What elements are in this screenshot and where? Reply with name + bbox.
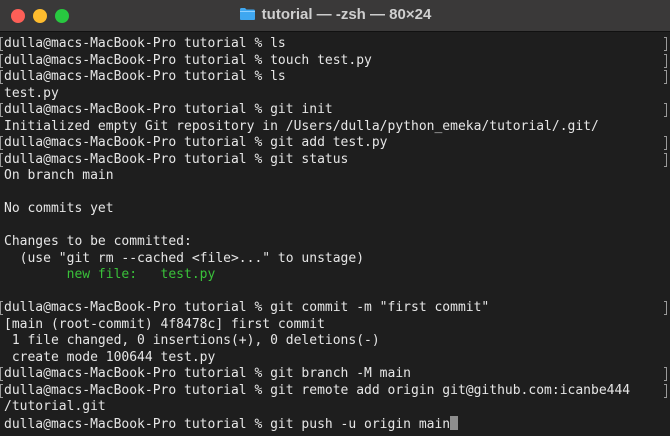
prompt-mark-right [664, 37, 667, 51]
prompt-mark-right [664, 383, 667, 398]
window-title-text: tutorial — -zsh — 80×24 [261, 6, 432, 23]
terminal-prompt-line: dulla@macs-MacBook-Pro tutorial % touch … [4, 52, 372, 68]
terminal-output-line: new file: test.py [4, 267, 216, 282]
text-cursor [450, 415, 459, 430]
terminal-output-line: Initialized empty Git repository in /Use… [4, 118, 599, 134]
window-title: tutorial — -zsh — 80×24 [0, 6, 670, 25]
prompt-mark-right [664, 53, 667, 68]
terminal-output-line: [main (root-commit) 4f8478c] first commi… [4, 316, 325, 332]
terminal-output-line: create mode 100644 test.py [4, 349, 216, 365]
prompt-mark-left [0, 103, 3, 117]
prompt-mark-right [664, 136, 667, 150]
terminal-output-line: 1 file changed, 0 insertions(+), 0 delet… [4, 333, 380, 348]
prompt-mark-right [664, 301, 667, 315]
terminal-output-line: /tutorial.git [4, 399, 106, 414]
prompt-mark-left [0, 152, 3, 167]
prompt-mark-right [664, 70, 667, 84]
terminal-prompt-line: dulla@macs-MacBook-Pro tutorial % ls [4, 36, 286, 51]
title-bar[interactable]: tutorial — -zsh — 80×24 [0, 0, 670, 32]
prompt-mark-left [0, 136, 3, 150]
prompt-mark-left [0, 53, 3, 68]
prompt-mark-right [664, 152, 667, 167]
prompt-mark-left [0, 383, 3, 398]
prompt-mark-left [0, 37, 3, 51]
terminal-prompt-line: dulla@macs-MacBook-Pro tutorial % ls [4, 69, 286, 84]
prompt-mark-right [664, 367, 667, 381]
prompt-mark-right [664, 103, 667, 117]
terminal-prompt-line: dulla@macs-MacBook-Pro tutorial % git co… [4, 300, 490, 315]
terminal-prompt-line: dulla@macs-MacBook-Pro tutorial % git re… [4, 382, 631, 398]
terminal-prompt-line: dulla@macs-MacBook-Pro tutorial % git br… [4, 366, 411, 381]
terminal-window: tutorial — -zsh — 80×24 dulla@macs-MacBo… [0, 0, 670, 436]
terminal-output-line: No commits yet [4, 201, 114, 216]
terminal-output-line: (use "git rm --cached <file>..." to unst… [4, 250, 365, 266]
terminal-output-line: test.py [4, 85, 59, 101]
prompt-mark-left [0, 301, 3, 315]
terminal-prompt-line: dulla@macs-MacBook-Pro tutorial % git pu… [4, 415, 459, 432]
terminal-output-line: On branch main [4, 168, 114, 183]
terminal-prompt-line: dulla@macs-MacBook-Pro tutorial % git in… [4, 102, 333, 117]
prompt-mark-left [0, 367, 3, 381]
prompt-mark-left [0, 70, 3, 84]
terminal-output-line: Changes to be committed: [4, 234, 192, 249]
terminal-output[interactable]: dulla@macs-MacBook-Pro tutorial % ls dull… [0, 33, 670, 436]
terminal-prompt-line: dulla@macs-MacBook-Pro tutorial % git ad… [4, 135, 388, 150]
terminal-prompt-line: dulla@macs-MacBook-Pro tutorial % git st… [4, 151, 349, 167]
folder-icon [239, 7, 256, 25]
